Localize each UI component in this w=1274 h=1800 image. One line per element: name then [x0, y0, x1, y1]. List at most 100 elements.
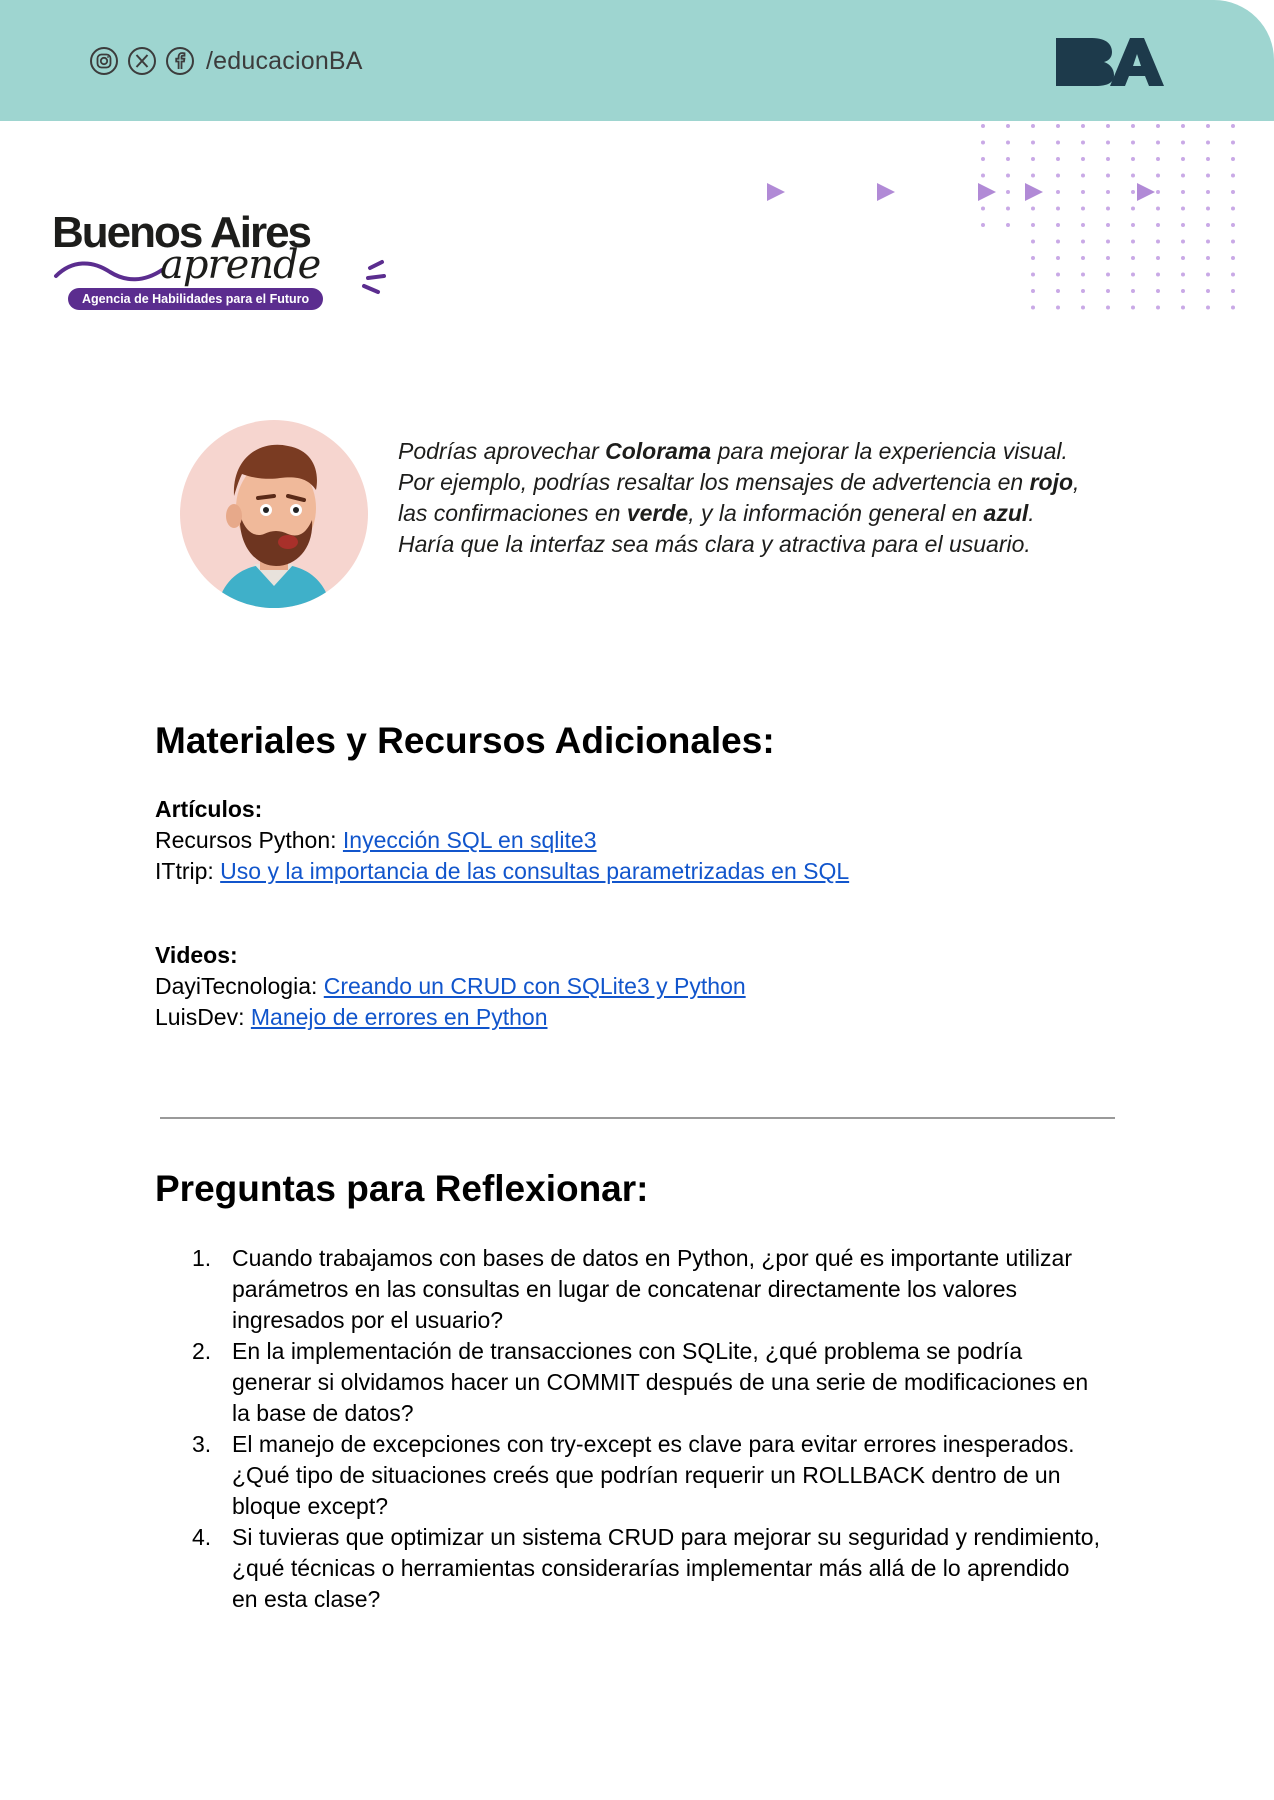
dot — [1231, 256, 1235, 260]
dot — [1106, 239, 1110, 244]
article-source: ITtrip: — [155, 858, 221, 884]
dot — [1056, 140, 1060, 145]
question-line: En la implementación de transacciones co… — [232, 1338, 1023, 1364]
dot — [1181, 272, 1185, 277]
list-item: ITtrip: Uso y la importancia de las cons… — [155, 856, 849, 887]
callout-text: Podrías aprovechar Colorama para mejorar… — [398, 436, 1138, 560]
video-link[interactable]: Creando un CRUD con SQLite3 y Python — [324, 973, 746, 999]
divider — [160, 1117, 1115, 1119]
dot — [1181, 223, 1185, 227]
articles-block: Artículos: Recursos Python: Inyección SQ… — [155, 794, 849, 887]
dot — [1081, 272, 1085, 277]
dot — [1206, 223, 1210, 227]
callout-run: Haría que la interfaz sea más clara y at… — [398, 531, 1031, 557]
dot — [1181, 305, 1185, 310]
dot — [1156, 256, 1160, 260]
question-number: 4. — [192, 1524, 212, 1550]
callout-bold: Colorama — [605, 438, 712, 464]
dot — [1131, 124, 1135, 128]
dot — [1006, 124, 1010, 128]
dot — [1131, 157, 1135, 161]
decorative-arrows — [767, 183, 1155, 201]
dot — [1031, 272, 1035, 277]
dot — [1056, 289, 1060, 293]
dot — [1106, 140, 1110, 145]
question-line: ¿Qué tipo de situaciones creés que podrí… — [232, 1462, 1061, 1488]
callout-run: Podrías aprovechar — [398, 438, 606, 464]
callout-line: las confirmaciones en verde, y la inform… — [398, 498, 1138, 529]
dot — [1181, 124, 1185, 128]
dot — [981, 124, 985, 128]
dot — [981, 140, 985, 145]
dot — [1231, 272, 1235, 277]
facebook-icon[interactable] — [164, 45, 196, 77]
callout-run: , y la información general en — [688, 500, 984, 526]
callout-line: Haría que la interfaz sea más clara y at… — [398, 529, 1138, 560]
dot — [1006, 173, 1010, 178]
dot — [1181, 256, 1185, 260]
dot — [1206, 190, 1210, 194]
question-item: 2. En la implementación de transacciones … — [192, 1336, 1142, 1429]
dot — [1231, 173, 1235, 178]
question-number: 3. — [192, 1431, 212, 1457]
question-line: Cuando trabajamos con bases de datos en … — [232, 1245, 1072, 1271]
brand-line2: aprende — [160, 242, 321, 288]
question-line: en esta clase? — [232, 1586, 381, 1612]
dot — [1206, 124, 1210, 128]
callout-bold: verde — [626, 500, 689, 526]
dot — [1131, 173, 1135, 178]
question-number: 2. — [192, 1338, 212, 1364]
dot — [1206, 305, 1210, 310]
question-line: bloque except? — [232, 1493, 389, 1519]
questions-list: 1. Cuando trabajamos con bases de datos e… — [192, 1243, 1142, 1615]
social-handle: /educacionBA — [206, 46, 363, 75]
dot — [1056, 124, 1060, 128]
videos-block: Videos: DayiTecnologia: Creando un CRUD … — [155, 940, 746, 1033]
callout-bold: rojo — [1029, 469, 1074, 495]
dot — [1056, 157, 1060, 161]
dot — [1206, 272, 1210, 277]
dot — [1231, 206, 1235, 211]
section-title-materials: Materiales y Recursos Adicionales: — [155, 720, 775, 761]
dot — [1081, 140, 1085, 145]
instagram-icon[interactable] — [88, 45, 120, 77]
dot — [1106, 173, 1110, 178]
dot — [1181, 239, 1185, 244]
video-source: DayiTecnologia: — [155, 973, 324, 999]
dot — [1181, 206, 1185, 211]
dot — [1081, 256, 1085, 260]
dot — [1206, 289, 1210, 293]
dot — [1106, 124, 1110, 128]
dot — [1156, 289, 1160, 293]
dot — [1206, 173, 1210, 178]
dot — [1006, 157, 1010, 161]
article-link[interactable]: Uso y la importancia de las consultas pa… — [220, 858, 849, 884]
question-line: parámetros en las consultas en lugar de … — [232, 1276, 1017, 1302]
dot — [1156, 305, 1160, 310]
question-line: Si tuvieras que optimizar un sistema CRU… — [232, 1524, 1100, 1550]
video-link[interactable]: Manejo de errores en Python — [251, 1004, 548, 1030]
arrow-icon — [877, 183, 895, 201]
header-band: /educacionBA — [0, 0, 1274, 121]
dot — [981, 157, 985, 161]
dot — [1156, 239, 1160, 244]
arrow-icon — [978, 183, 996, 201]
dot — [1206, 206, 1210, 211]
dot — [1031, 157, 1035, 161]
list-item: LuisDev: Manejo de errores en Python — [155, 1002, 746, 1033]
dot — [1206, 157, 1210, 161]
question-line: generar si olvidamos hacer un COMMIT des… — [232, 1369, 1089, 1395]
dot — [1231, 305, 1235, 310]
dot — [1106, 289, 1110, 293]
dot — [1131, 140, 1135, 145]
question-item: 1. Cuando trabajamos con bases de datos e… — [192, 1243, 1142, 1336]
dot — [1131, 289, 1135, 293]
dot — [1056, 173, 1060, 178]
dot — [1106, 223, 1110, 227]
article-link[interactable]: Inyección SQL en sqlite3 — [343, 827, 597, 853]
dot — [1156, 173, 1160, 178]
x-icon[interactable] — [126, 45, 158, 77]
dot — [1231, 124, 1235, 128]
dot — [1031, 289, 1035, 293]
dot — [1156, 223, 1160, 227]
